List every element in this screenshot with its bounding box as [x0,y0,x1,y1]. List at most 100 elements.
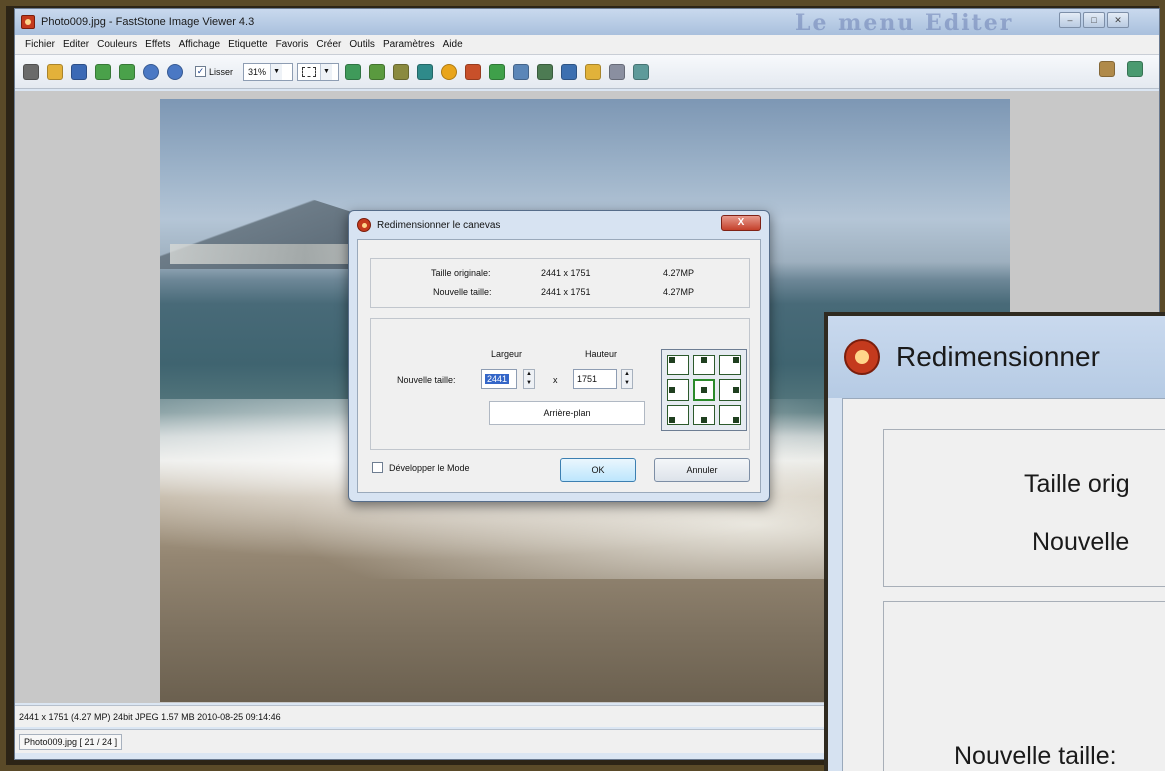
user-button[interactable] [415,62,435,82]
maximize-button[interactable]: □ [1083,12,1105,28]
zoom-original-label: Taille orig [1024,470,1130,498]
rotate-right-icon [489,63,506,80]
new-size-group: Largeur Hauteur Nouvelle taille: 2441 ▲ ▼… [370,318,750,450]
expand-mode-toggle[interactable]: Développer le Mode [372,462,470,473]
settings-button[interactable] [631,62,651,82]
anchor-top-right[interactable] [719,355,741,375]
folder-icon [47,63,63,80]
zoom-out-icon [167,63,183,80]
close-window-button[interactable]: ✕ [1107,12,1129,28]
file-position: Photo009.jpg [ 21 / 24 ] [19,733,123,750]
fullscreen-button[interactable] [1125,59,1145,79]
resize-button[interactable] [367,62,387,82]
menu-parametres[interactable]: Paramètres [379,39,439,50]
menu-fichier[interactable]: Fichier [21,39,59,50]
times-sign: x [553,375,558,385]
height-stepper[interactable]: ▲ ▼ [621,369,633,389]
slideshow-icon [537,63,554,80]
zoom-value: 31% [248,66,267,77]
menu-couleurs[interactable]: Couleurs [93,39,141,50]
size-info-group: Taille originale: 2441 x 1751 4.27MP Nou… [370,258,750,308]
expand-mode-checkbox[interactable] [372,462,383,473]
zoom-in-button[interactable] [141,62,161,82]
anchor-middle-right[interactable] [719,379,741,401]
menu-bar: Fichier Editer Couleurs Effets Affichage… [15,35,1159,55]
zoom-size-group: Nouvelle taille: [883,601,1165,771]
slideshow-button[interactable] [535,62,555,82]
window-title: Photo009.jpg - FastStone Image Viewer 4.… [41,16,255,28]
toolbar: ✓ Lisser 31% ▼ ▼ [15,55,1159,89]
monitor-icon [561,63,578,80]
crop-button[interactable] [343,62,363,82]
menu-etiquette[interactable]: Etiquette [224,39,271,50]
original-size-dims: 2441 x 1751 [541,268,591,278]
anchor-bottom-left[interactable] [667,405,689,425]
dialog-body: Taille originale: 2441 x 1751 4.27MP Nou… [357,239,761,493]
anchor-bottom-center[interactable] [693,405,715,425]
smooth-toggle[interactable]: ✓ Lisser [195,66,233,77]
toolbar-right [1097,59,1145,79]
zoom-size-label: Nouvelle taille: [954,742,1117,770]
anchor-grid [661,349,747,431]
width-stepper[interactable]: ▲ ▼ [523,369,535,389]
app-logo-icon [357,218,371,232]
rotate-left-button[interactable] [463,62,483,82]
sun-icon [441,63,458,80]
fullscreen-icon [1127,61,1143,77]
expand-mode-label: Développer le Mode [389,462,470,473]
canvas-button[interactable] [391,62,411,82]
anchor-top-left[interactable] [667,355,689,375]
cancel-button[interactable]: Annuler [654,458,750,482]
menu-outils[interactable]: Outils [345,39,379,50]
browser-button[interactable] [1097,59,1117,79]
prev-button[interactable] [93,62,113,82]
zoom-new-label: Nouvelle [1032,528,1130,556]
new-size-mp: 4.27MP [663,287,695,297]
next-button[interactable] [117,62,137,82]
compare-button[interactable] [511,62,531,82]
height-input[interactable]: 1751 [573,369,617,389]
watermark-text: Le menu Editer [795,10,1014,36]
rotate-right-button[interactable] [487,62,507,82]
open-folder-button[interactable] [45,62,65,82]
menu-creer[interactable]: Créer [312,39,345,50]
minimize-button[interactable]: – [1059,12,1081,28]
window-controls: – □ ✕ [1059,12,1129,28]
zoom-select[interactable]: 31% ▼ [243,62,294,81]
smooth-checkbox[interactable]: ✓ [195,66,206,77]
print-button[interactable] [607,62,627,82]
brightness-button[interactable] [439,62,459,82]
wallpaper-button[interactable] [559,62,579,82]
width-header: Largeur [491,349,523,359]
dialog-title: Redimensionner le canevas [377,219,501,231]
save-button[interactable] [69,62,89,82]
menu-effets[interactable]: Effets [141,39,174,50]
anchor-center[interactable] [693,379,715,401]
open-camera-button[interactable] [21,62,41,82]
menu-favoris[interactable]: Favoris [272,39,313,50]
canvas-icon [393,63,410,80]
menu-aide[interactable]: Aide [439,39,467,50]
background-button[interactable]: Arrière-plan [489,401,645,425]
app-logo-icon [844,339,880,375]
zoom-out-button[interactable] [165,62,185,82]
anchor-middle-left[interactable] [667,379,689,401]
ok-button[interactable]: OK [560,458,636,482]
width-input[interactable]: 2441 [481,369,517,389]
selection-select[interactable]: ▼ [297,62,340,81]
zoom-body: Taille orig Nouvelle Nouvelle taille: [842,398,1165,771]
size-label: Nouvelle taille: [397,375,456,385]
zoom-inset: Redimensionner Taille orig Nouvelle Nouv… [824,312,1165,771]
email-button[interactable] [583,62,603,82]
anchor-bottom-right[interactable] [719,405,741,425]
menu-editer[interactable]: Editer [59,39,93,50]
next-image-icon [119,63,135,80]
rotate-left-icon [465,63,482,80]
dialog-close-button[interactable]: X [721,215,761,231]
height-header: Hauteur [585,349,618,359]
menu-affichage[interactable]: Affichage [175,39,225,50]
image-info: 2441 x 1751 (4.27 MP) 24bit JPEG 1.57 MB… [19,711,281,722]
zoom-in-icon [143,63,159,80]
anchor-top-center[interactable] [693,355,715,375]
crop-icon [345,63,362,80]
